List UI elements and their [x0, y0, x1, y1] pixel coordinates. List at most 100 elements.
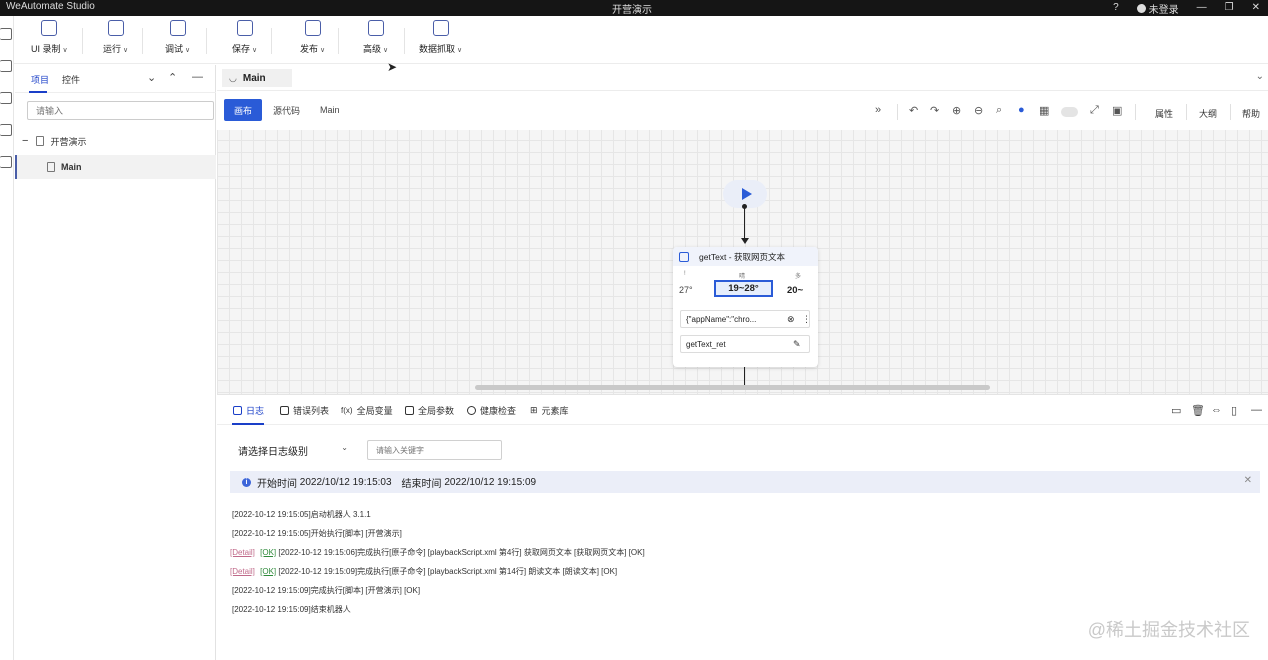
activity-title: getText - 获取网页文本: [699, 251, 785, 262]
keyword-search-input[interactable]: [367, 440, 502, 460]
data-scrape-button[interactable]: 数据抓取: [419, 20, 462, 55]
help-button[interactable]: 帮助: [1242, 107, 1260, 120]
tab-label: 全局变量: [356, 406, 393, 416]
outline-button[interactable]: 大纲: [1199, 107, 1217, 120]
location-pin-icon[interactable]: ●: [1018, 104, 1025, 116]
canvas-toolbar-divider: [897, 104, 898, 120]
toggle-switch[interactable]: [1061, 107, 1078, 117]
selector-field[interactable]: {"appName":"chro... ⊗ ⋮: [680, 310, 811, 328]
tool-label: 调试: [165, 42, 190, 55]
properties-button[interactable]: 属性: [1155, 107, 1173, 120]
folder-icon[interactable]: ▭: [1171, 404, 1181, 417]
image-export-icon[interactable]: ▣: [1112, 104, 1122, 117]
canvas-horizontal-scrollbar[interactable]: [475, 385, 990, 390]
log-text: [2022-10-12 19:15:09]完成执行[原子命令] [playbac…: [278, 567, 618, 576]
tab-main[interactable]: ◡ Main: [222, 69, 292, 87]
tab-global-parameters[interactable]: 全局参数: [405, 404, 454, 417]
canvas-view-button[interactable]: 画布: [224, 99, 263, 121]
tab-health-check[interactable]: 健康检查: [467, 404, 516, 417]
active-tab-indicator: [232, 423, 264, 425]
grid-icon[interactable]: ▦: [1039, 104, 1049, 117]
debug-button[interactable]: 调试: [165, 20, 190, 55]
output-variable-value: getText_ret: [686, 339, 726, 349]
web-element-icon: [679, 251, 689, 262]
target-icon[interactable]: ⊗: [787, 314, 795, 325]
tab-element-library[interactable]: ⊞ 元素库: [530, 404, 569, 417]
clipboard-rail-icon[interactable]: [0, 124, 12, 136]
canvas-toolbar-divider: [1186, 104, 1187, 120]
title-bar-controls: ? 未登录 — ❐ ✕: [1113, 0, 1260, 16]
more-options-icon[interactable]: ⋮: [802, 314, 811, 325]
minimize-panel-icon[interactable]: —: [192, 71, 203, 83]
document-view-icon[interactable]: ▯: [1231, 404, 1237, 417]
project-search-input[interactable]: [27, 101, 214, 120]
project-panel-tabs: 项目 控件 ⌄ ⌃ —: [15, 65, 216, 93]
chevron-down-icon[interactable]: ⌄: [1256, 71, 1264, 82]
source-code-button[interactable]: 源代码: [263, 99, 310, 121]
share-rail-icon[interactable]: [0, 60, 12, 72]
collapse-toggle-icon[interactable]: −: [22, 135, 28, 147]
run-button[interactable]: 运行: [103, 20, 128, 55]
trash-icon[interactable]: 🗑: [1191, 404, 1205, 417]
flow-icon: ◡: [229, 72, 237, 83]
tree-item-root[interactable]: − 开营演示: [15, 129, 216, 153]
double-chevron-right-icon[interactable]: »: [875, 104, 881, 116]
redo-icon[interactable]: ↷: [930, 104, 939, 117]
login-button[interactable]: 未登录: [1136, 1, 1179, 16]
tool-label: 高级: [363, 42, 388, 55]
tab-project[interactable]: 项目: [31, 73, 49, 86]
maximize-icon[interactable]: ❐: [1225, 0, 1234, 16]
main-view-button[interactable]: Main: [310, 99, 350, 121]
login-label: 未登录: [1148, 4, 1179, 16]
minimize-panel-icon[interactable]: —: [1251, 404, 1262, 416]
advanced-button[interactable]: 高级: [363, 20, 388, 55]
package-rail-icon[interactable]: [0, 92, 12, 104]
undo-icon[interactable]: ↶: [909, 104, 918, 117]
editor-tab-strip: ◡ Main ⌄: [217, 65, 1268, 91]
tab-global-variables[interactable]: f(x) 全局变量: [341, 404, 393, 417]
find-icon[interactable]: ⌕: [996, 104, 1002, 117]
close-icon[interactable]: ✕: [1252, 0, 1260, 16]
log-ok-link[interactable]: [OK]: [260, 567, 276, 576]
save-button[interactable]: 保存: [232, 20, 257, 55]
app-title: WeAutomate Studio: [6, 1, 95, 12]
activity-node-gettext[interactable]: getText - 获取网页文本 ! 晴 多 27° 19~28° 20~ {"…: [673, 247, 818, 367]
toolbar-divider: [404, 28, 405, 54]
collapse-all-icon[interactable]: ⌃: [168, 71, 177, 84]
log-ok-link[interactable]: [OK]: [260, 548, 276, 557]
tab-log[interactable]: 日志: [233, 404, 264, 417]
health-check-icon: [467, 406, 476, 415]
canvas-toolbar: 画布 源代码 Main » ↶ ↷ ⊕ ⊖ ⌕ ● ▦ ⤢ ▣ 属性 大纲 帮助: [217, 92, 1268, 130]
minimize-icon[interactable]: —: [1197, 0, 1207, 16]
connector-line: [744, 367, 745, 387]
log-detail-link[interactable]: [Detail]: [230, 567, 255, 576]
zoom-out-icon[interactable]: ⊖: [974, 104, 983, 117]
edit-pencil-icon[interactable]: ✎: [793, 339, 801, 350]
project-rail-icon[interactable]: [0, 28, 12, 40]
log-level-select[interactable]: 请选择日志级别 ⌄: [231, 438, 356, 462]
plugin-rail-icon[interactable]: [0, 156, 12, 168]
expand-all-icon[interactable]: ⌄: [147, 71, 156, 84]
tab-label: 日志: [246, 406, 265, 416]
close-icon[interactable]: ✕: [1244, 475, 1252, 486]
error-list-icon: [280, 406, 289, 415]
save-icon: [236, 20, 253, 36]
document-icon: [36, 136, 45, 146]
publish-button[interactable]: 发布: [300, 20, 325, 55]
output-variable-field[interactable]: getText_ret ✎: [680, 335, 810, 353]
tool-label: 数据抓取: [419, 42, 462, 55]
tree-item-main[interactable]: Main: [15, 155, 216, 179]
help-icon[interactable]: ?: [1113, 0, 1119, 16]
canvas-toolbar-divider: [1230, 104, 1231, 120]
ui-record-button[interactable]: UI 录制: [31, 20, 68, 55]
log-text: [2022-10-12 19:15:09]结束机器人: [232, 605, 351, 614]
chevron-down-icon: ⌄: [341, 443, 348, 452]
project-panel: 项目 控件 ⌄ ⌃ — − 开营演示 Main: [15, 65, 216, 660]
fit-width-icon[interactable]: ⇔: [1211, 404, 1222, 416]
log-detail-link[interactable]: [Detail]: [230, 548, 255, 557]
tab-controls[interactable]: 控件: [62, 73, 80, 86]
flow-canvas[interactable]: 画布 源代码 Main » ↶ ↷ ⊕ ⊖ ⌕ ● ▦ ⤢ ▣ 属性 大纲 帮助…: [217, 92, 1268, 394]
fullscreen-icon[interactable]: ⤢: [1090, 104, 1099, 117]
zoom-in-icon[interactable]: ⊕: [952, 104, 961, 117]
tab-error-list[interactable]: 错误列表: [280, 404, 329, 417]
